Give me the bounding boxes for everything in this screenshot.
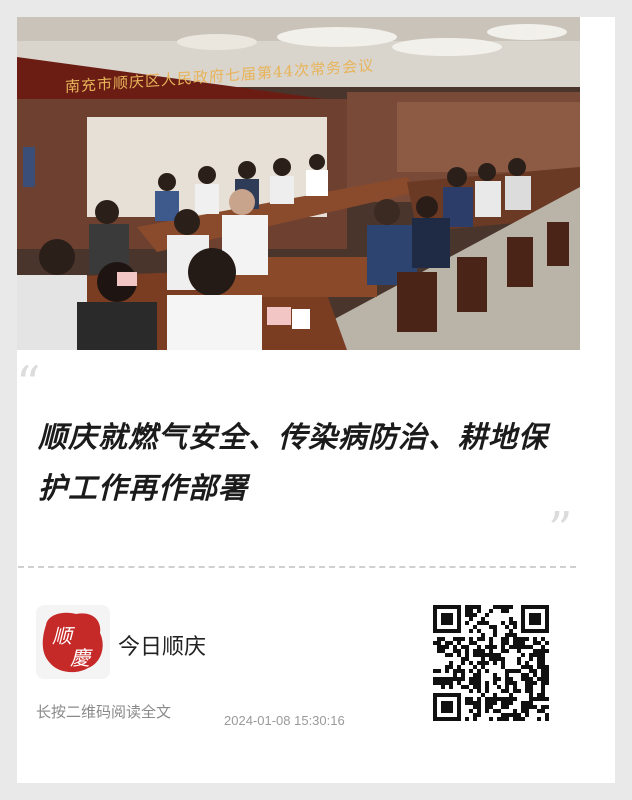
dashed-divider (18, 566, 576, 568)
qr-code[interactable] (433, 605, 549, 721)
close-quote-mark: ” (548, 502, 573, 558)
article-headline: 顺庆就燃气安全、传染病防治、耕地保护工作再作部署 (38, 420, 549, 505)
source-name: 今日顺庆 (118, 635, 207, 660)
open-quote-mark: “ (16, 356, 41, 412)
logo-char-2: 慶 (70, 646, 93, 670)
long-press-hint: 长按二维码阅读全文 (36, 703, 172, 721)
meeting-photo: 南充市顺庆区人民政府七届第44次常务会议 (17, 17, 580, 350)
publish-timestamp: 2024-01-08 15:30:16 (224, 713, 345, 728)
source-logo: 顺 慶 (36, 605, 110, 679)
